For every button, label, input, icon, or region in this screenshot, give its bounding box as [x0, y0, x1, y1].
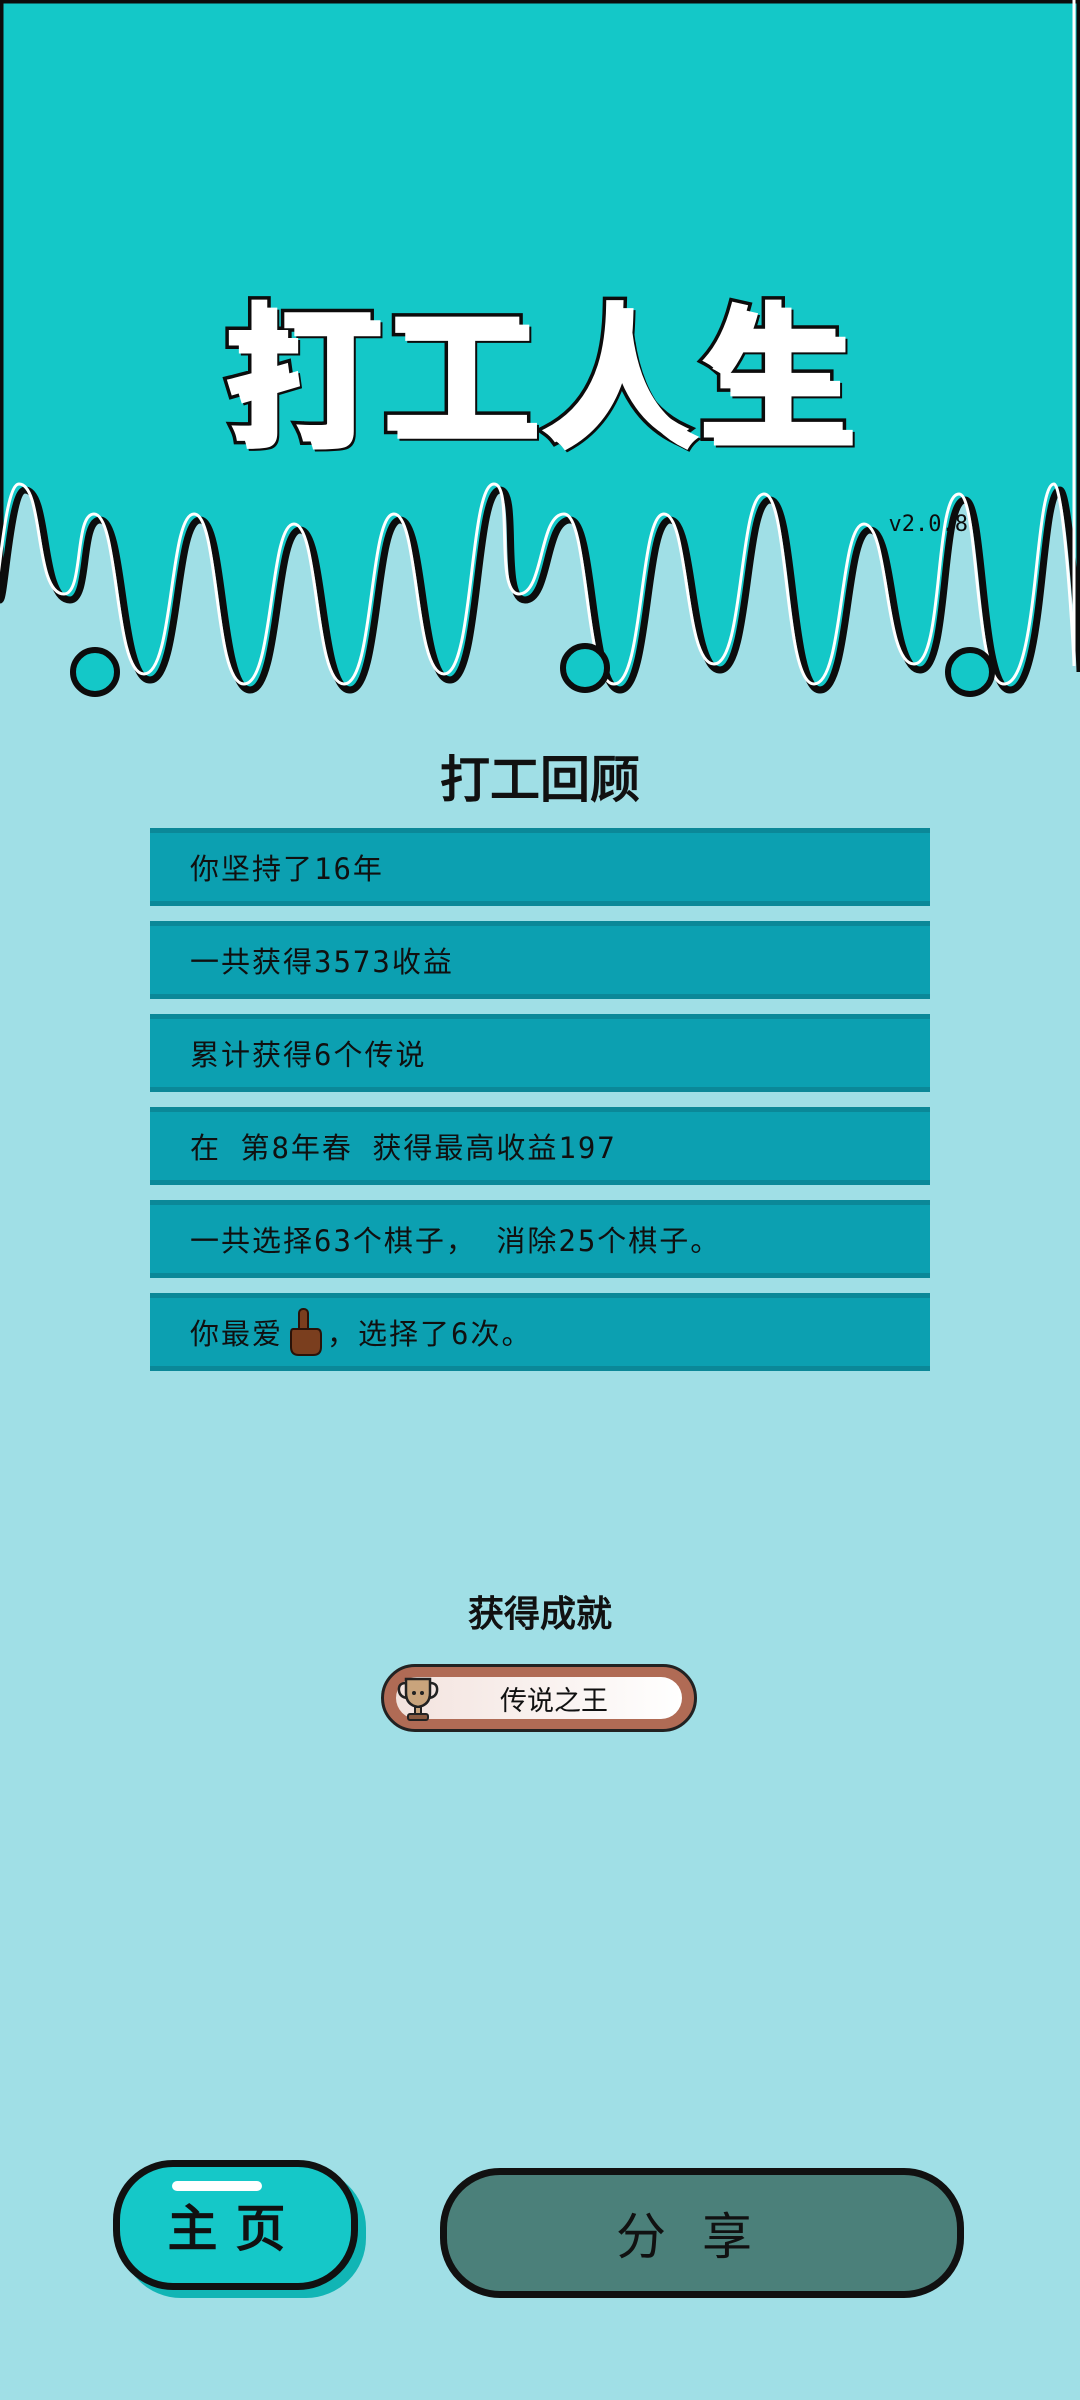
- home-button[interactable]: 主页: [113, 2160, 358, 2290]
- stat-text: 在 第8年春 获得最高收益197: [190, 1131, 617, 1165]
- stat-text: 你坚持了16年: [190, 852, 384, 886]
- stat-row-total-income: 一共获得3573收益: [150, 921, 930, 999]
- review-section-title: 打工回顾: [440, 751, 640, 809]
- stat-row-legends: 累计获得6个传说: [150, 1014, 930, 1092]
- achievement-badge: 传说之王: [381, 1664, 697, 1732]
- achievements-section-title: 获得成就: [467, 1594, 612, 1635]
- stat-text: 你最爱: [190, 1317, 284, 1351]
- stat-text: ，选择了6次。: [327, 1317, 533, 1351]
- share-button[interactable]: 分享: [440, 2168, 964, 2298]
- pointing-hand-icon: [290, 1308, 323, 1356]
- stat-row-years: 你坚持了16年: [150, 828, 930, 906]
- review-stats-list: 你坚持了16年 一共获得3573收益 累计获得6个传说 在 第8年春 获得最高收…: [150, 828, 930, 1386]
- stat-text: 一共获得3573收益: [190, 945, 454, 979]
- stat-row-favorite: 你最爱 ，选择了6次。: [150, 1293, 930, 1371]
- stat-row-best-income: 在 第8年春 获得最高收益197: [150, 1107, 930, 1185]
- stat-text: 一共选择63个棋子， 消除25个棋子。: [190, 1224, 722, 1258]
- button-shine: [172, 2181, 262, 2191]
- achievement-badge-label: 传说之王: [500, 1685, 608, 1717]
- home-button-label: 主页: [167, 2200, 304, 2258]
- app-title: 打工人生: [220, 287, 856, 468]
- stat-row-pieces: 一共选择63个棋子， 消除25个棋子。: [150, 1200, 930, 1278]
- stat-text: 累计获得6个传说: [190, 1038, 427, 1072]
- version-label: v2.0.8: [888, 512, 968, 537]
- share-button-label: 分享: [616, 2208, 788, 2266]
